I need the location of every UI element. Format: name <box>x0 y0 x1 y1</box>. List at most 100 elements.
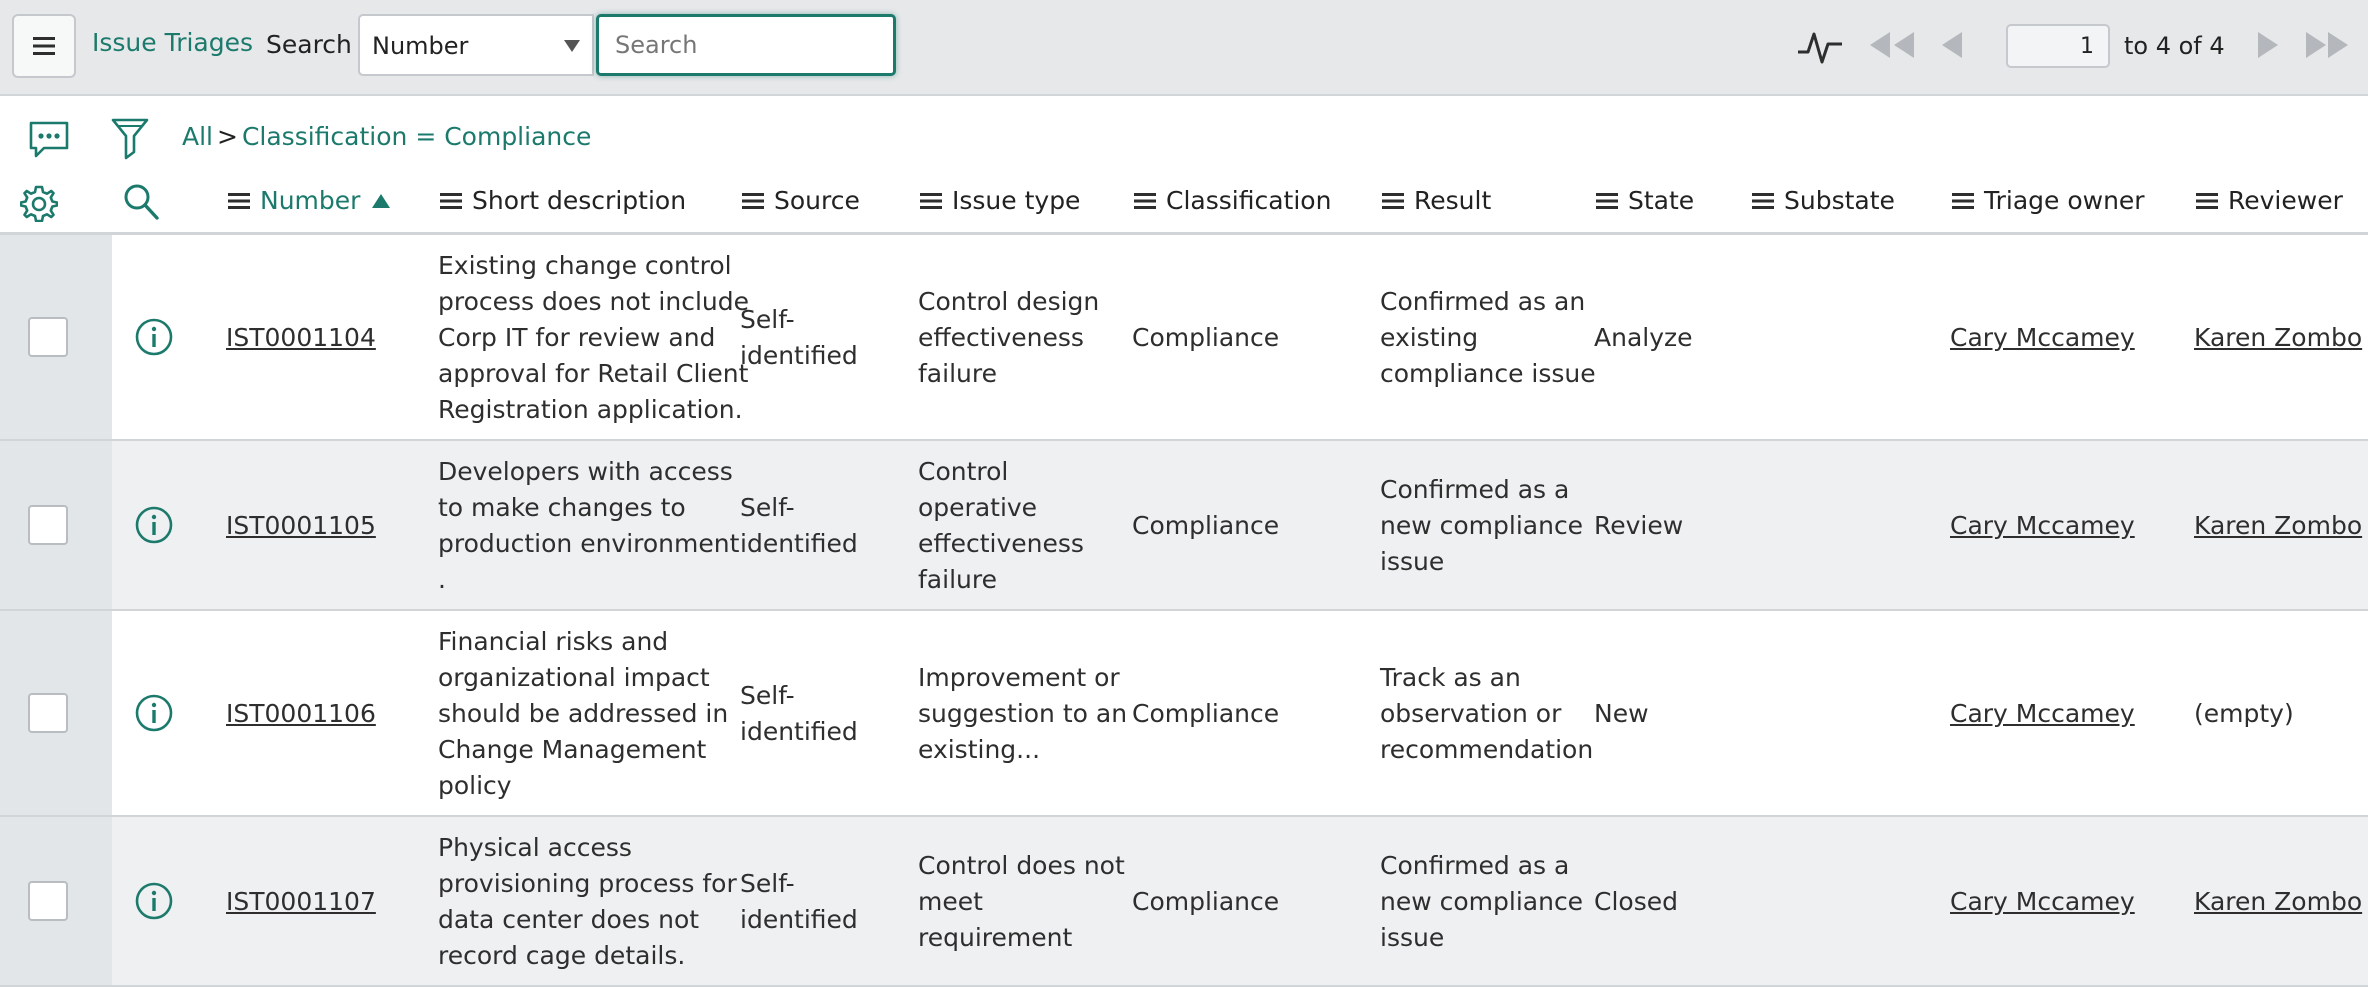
first-page-icon[interactable] <box>1868 30 1918 60</box>
column-menu-icon[interactable] <box>1134 192 1156 210</box>
next-page-icon[interactable] <box>2254 30 2280 60</box>
list-title[interactable]: Issue Triages <box>92 28 253 57</box>
pulse-icon[interactable] <box>1796 22 1844 70</box>
column-menu-icon[interactable] <box>1382 192 1404 210</box>
text-line: effectiveness <box>918 529 1084 558</box>
info-icon[interactable] <box>134 317 174 357</box>
column-header-short-description[interactable]: Short description <box>440 186 686 215</box>
column-header-label: Number <box>260 186 361 215</box>
text-line: Control design <box>918 287 1100 316</box>
info-icon[interactable] <box>134 505 174 545</box>
reviewer-link[interactable]: Karen Zombo <box>2194 320 2362 356</box>
filter-icon[interactable] <box>110 116 150 160</box>
text-line: Self- <box>740 681 795 710</box>
chat-icon[interactable] <box>28 120 70 160</box>
text-line: new compliance <box>1380 511 1584 540</box>
table-row[interactable]: IST0001105 Developers with access to mak… <box>0 441 2368 611</box>
column-header-substate[interactable]: Substate <box>1752 186 1895 215</box>
triage-owner-link[interactable]: Cary Mccamey <box>1950 884 2135 920</box>
triage-owner-link[interactable]: Cary Mccamey <box>1950 508 2135 544</box>
text-line: observation or <box>1380 699 1562 728</box>
text-line: new compliance <box>1380 887 1584 916</box>
breadcrumb-all[interactable]: All <box>182 122 213 151</box>
search-icon[interactable] <box>122 182 160 222</box>
column-menu-icon[interactable] <box>1752 192 1774 210</box>
text-line: . <box>438 565 446 594</box>
record-number-link[interactable]: IST0001107 <box>226 884 376 920</box>
text-line: data center does not <box>438 905 700 934</box>
breadcrumb-filter[interactable]: Classification = Compliance <box>242 122 591 151</box>
text-line: Control <box>918 457 1009 486</box>
text-line: Track as an <box>1380 663 1521 692</box>
column-header-number[interactable]: Number <box>228 186 391 215</box>
text-line: compliance issue <box>1380 359 1596 388</box>
text-line: Confirmed as an <box>1380 287 1586 316</box>
table-row[interactable]: IST0001104 Existing change control proce… <box>0 235 2368 441</box>
text-line: identified <box>740 341 858 370</box>
source: Self- identified <box>740 302 858 374</box>
search-input[interactable] <box>596 14 896 76</box>
info-icon[interactable] <box>134 881 174 921</box>
text-line: suggestion to an <box>918 699 1128 728</box>
record-number-link[interactable]: IST0001106 <box>226 696 376 732</box>
page-number-input[interactable] <box>2006 24 2110 68</box>
search-field-select[interactable]: Number <box>358 14 594 76</box>
search-label: Search <box>266 30 352 59</box>
column-menu-icon[interactable] <box>920 192 942 210</box>
column-header-issue-type[interactable]: Issue type <box>920 186 1080 215</box>
column-menu-icon[interactable] <box>440 192 462 210</box>
column-menu-icon[interactable] <box>1596 192 1618 210</box>
text-line: approval for Retail Client <box>438 359 749 388</box>
issue-type: Improvement or suggestion to an existing… <box>918 660 1127 768</box>
column-menu-icon[interactable] <box>1952 192 1974 210</box>
text-line: provisioning process for <box>438 869 737 898</box>
table-row[interactable]: IST0001107 Physical access provisioning … <box>0 817 2368 987</box>
row-checkbox[interactable] <box>28 317 68 357</box>
list-menu-button[interactable] <box>12 14 76 78</box>
column-header-reviewer[interactable]: Reviewer <box>2196 186 2343 215</box>
record-number-link[interactable]: IST0001104 <box>226 320 376 356</box>
column-header-label: Classification <box>1166 186 1332 215</box>
row-checkbox[interactable] <box>28 881 68 921</box>
search-field-value: Number <box>372 32 469 60</box>
text-line: Improvement or <box>918 663 1120 692</box>
triage-owner-link[interactable]: Cary Mccamey <box>1950 320 2135 356</box>
record-number-link[interactable]: IST0001105 <box>226 508 376 544</box>
text-line: issue <box>1380 547 1445 576</box>
text-line: meet <box>918 887 983 916</box>
short-description: Developers with access to make changes t… <box>438 454 739 598</box>
text-line: record cage details. <box>438 941 686 970</box>
column-header-triage-owner[interactable]: Triage owner <box>1952 186 2145 215</box>
last-page-icon[interactable] <box>2302 30 2352 60</box>
issue-type: Control operative effectiveness failure <box>918 454 1084 598</box>
column-header-state[interactable]: State <box>1596 186 1694 215</box>
source: Self- identified <box>740 866 858 938</box>
triage-owner-link[interactable]: Cary Mccamey <box>1950 696 2135 732</box>
column-header-result[interactable]: Result <box>1382 186 1491 215</box>
column-menu-icon[interactable] <box>2196 192 2218 210</box>
issue-type: Control design effectiveness failure <box>918 284 1099 392</box>
text-line: Confirmed as a <box>1380 851 1570 880</box>
text-line: Developers with access <box>438 457 733 486</box>
table-row[interactable]: IST0001106 Financial risks and organizat… <box>0 611 2368 817</box>
hamburger-icon <box>33 37 55 55</box>
text-line: Existing change control <box>438 251 732 280</box>
row-checkbox[interactable] <box>28 693 68 733</box>
row-checkbox[interactable] <box>28 505 68 545</box>
short-description: Financial risks and organizational impac… <box>438 624 728 804</box>
text-line: Control does not <box>918 851 1125 880</box>
column-header-classification[interactable]: Classification <box>1134 186 1331 215</box>
info-icon[interactable] <box>134 693 174 733</box>
text-line: should be addressed in <box>438 699 729 728</box>
column-menu-icon[interactable] <box>228 192 250 210</box>
gear-icon[interactable] <box>20 184 58 222</box>
column-menu-icon[interactable] <box>742 192 764 210</box>
column-header-source[interactable]: Source <box>742 186 860 215</box>
text-line: Self- <box>740 869 795 898</box>
result: Confirmed as a new compliance issue <box>1380 848 1583 956</box>
text-line: Confirmed as a <box>1380 475 1570 504</box>
previous-page-icon[interactable] <box>1940 30 1966 60</box>
text-line: existing... <box>918 735 1041 764</box>
reviewer-link[interactable]: Karen Zombo <box>2194 884 2362 920</box>
reviewer-link[interactable]: Karen Zombo <box>2194 508 2362 544</box>
